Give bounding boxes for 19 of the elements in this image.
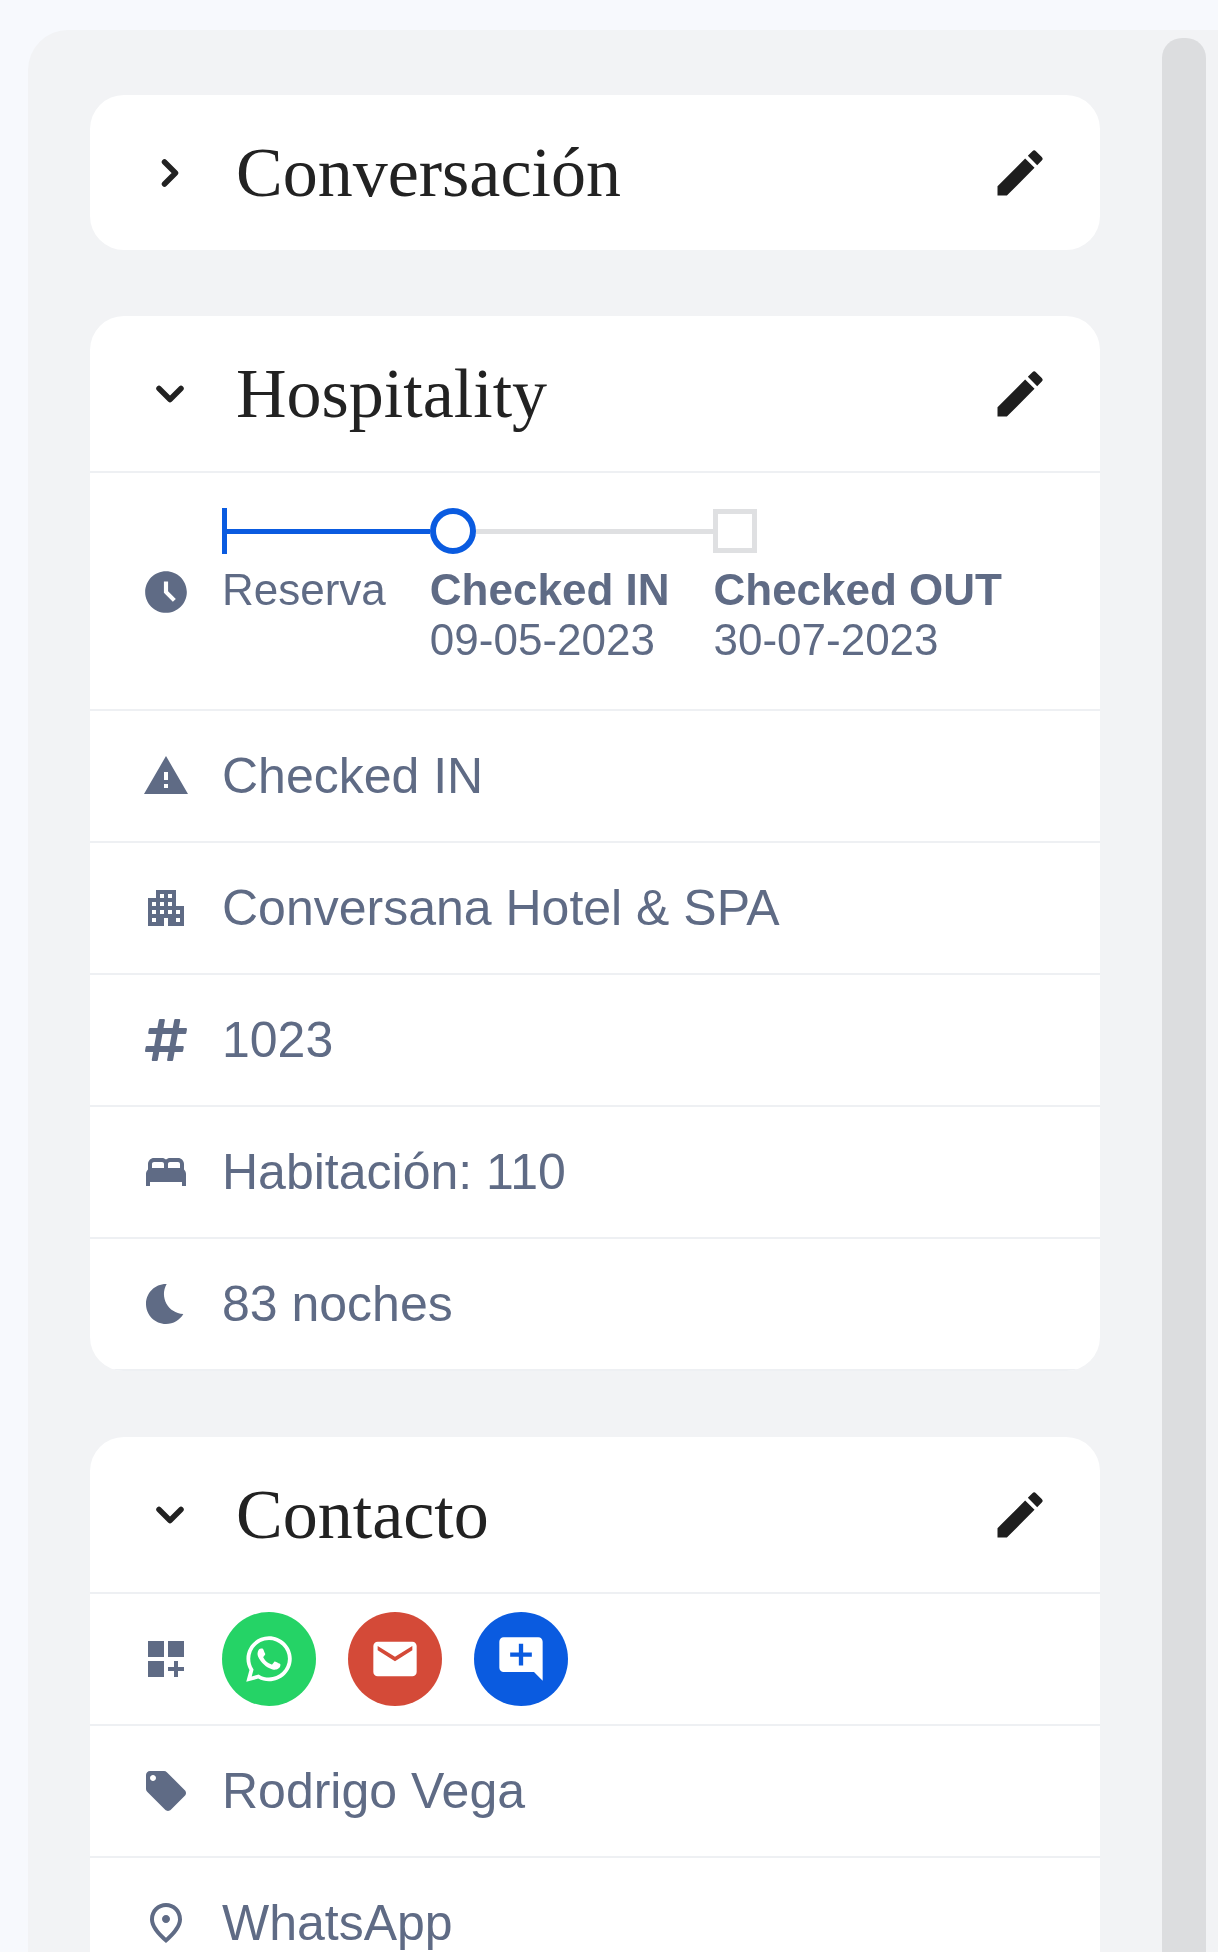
- step-date: 30-07-2023: [713, 615, 940, 665]
- detail-text: Conversana Hotel & SPA: [222, 879, 780, 937]
- detail-text: Habitación: 110: [222, 1143, 566, 1201]
- detail-text: WhatsApp: [222, 1894, 453, 1952]
- detail-text: 83 noches: [222, 1275, 453, 1333]
- step-label: Reserva: [222, 565, 387, 615]
- current-step-marker: [429, 508, 476, 554]
- detail-text: Checked IN: [222, 747, 484, 805]
- whatsapp-icon: [243, 1633, 295, 1685]
- detail-text: 1023: [222, 1011, 334, 1069]
- section-title: Conversación: [236, 132, 622, 213]
- start-marker: [222, 508, 227, 554]
- step-label: Checked OUT: [713, 565, 1003, 615]
- step-label: Checked IN: [429, 565, 671, 615]
- section-title: Contacto: [236, 1474, 490, 1555]
- pending-step-marker: [713, 509, 758, 553]
- detail-text: Rodrigo Vega: [222, 1762, 525, 1820]
- section-title: Hospitality: [236, 353, 549, 434]
- step-date: 09-05-2023: [429, 615, 656, 665]
